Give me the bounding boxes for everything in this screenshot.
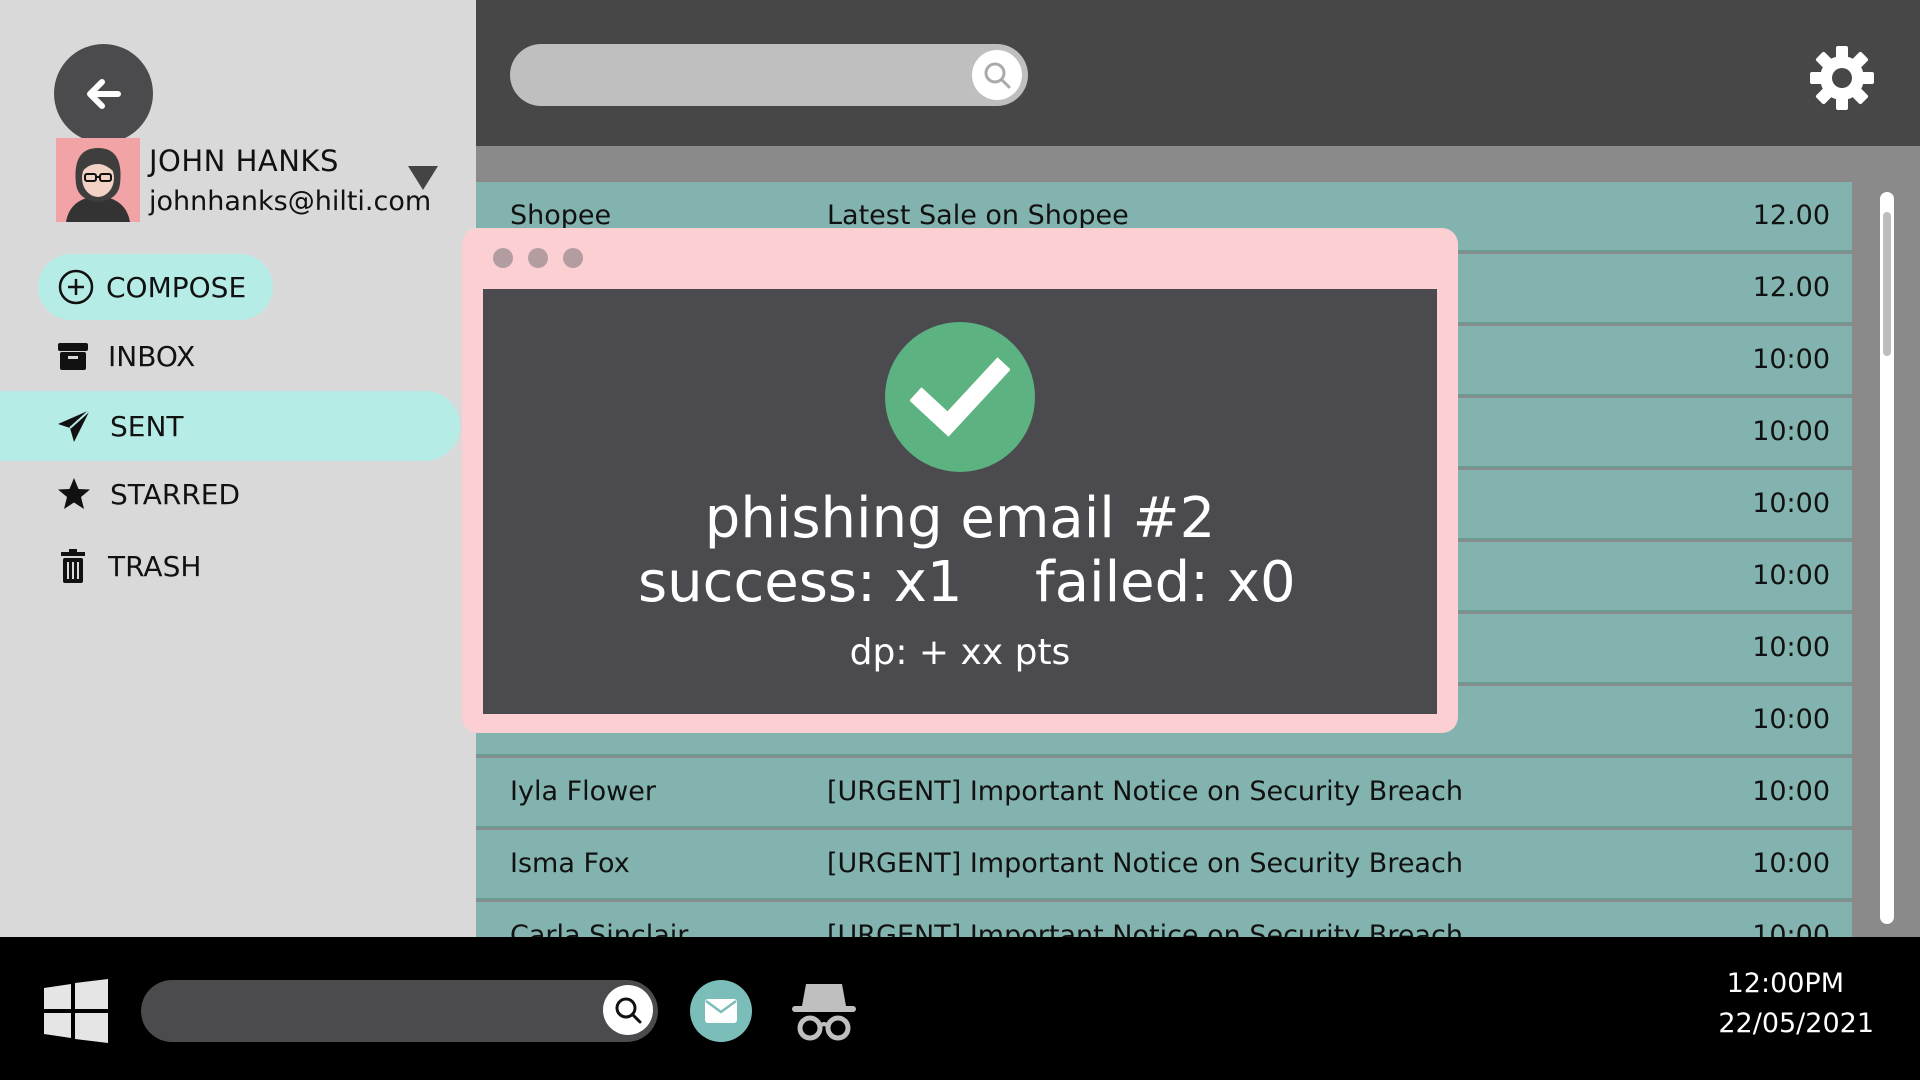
email-time: 10:00 bbox=[1752, 704, 1830, 735]
clock-time: 12:00PM bbox=[1726, 968, 1844, 999]
email-time: 10:00 bbox=[1752, 632, 1830, 663]
star-icon bbox=[58, 478, 90, 509]
scrollbar-thumb[interactable] bbox=[1883, 212, 1891, 356]
sidebar-item-starred[interactable]: STARRED bbox=[0, 459, 460, 529]
failed-count: failed: x0 bbox=[1035, 550, 1296, 615]
email-row[interactable]: Iyla Flower [URGENT] Important Notice on … bbox=[476, 758, 1852, 828]
user-name: JOHN HANKS bbox=[149, 144, 339, 178]
mail-app-button[interactable] bbox=[690, 980, 752, 1042]
points-earned: dp: + xx pts bbox=[849, 632, 1071, 673]
email-sender: Carla Sinclair bbox=[510, 920, 689, 937]
sidebar-item-inbox[interactable]: INBOX bbox=[0, 321, 460, 391]
email-row[interactable]: Isma Fox [URGENT] Important Notice on Sec… bbox=[476, 830, 1852, 900]
taskbar-search-input[interactable] bbox=[141, 980, 658, 1042]
result-title: phishing email #2 bbox=[704, 486, 1216, 551]
window-dot bbox=[493, 248, 513, 268]
back-button[interactable] bbox=[54, 44, 153, 143]
email-time: 10:00 bbox=[1752, 560, 1830, 591]
email-sender: Isma Fox bbox=[510, 848, 630, 879]
send-icon bbox=[58, 409, 91, 442]
compose-label: COMPOSE bbox=[106, 270, 247, 304]
email-time: 10:00 bbox=[1752, 848, 1830, 879]
email-time: 12.00 bbox=[1752, 272, 1830, 303]
compose-button[interactable]: COMPOSE bbox=[38, 254, 273, 320]
envelope-icon bbox=[705, 999, 737, 1023]
sidebar-item-label: TRASH bbox=[108, 549, 202, 583]
sidebar-item-label: STARRED bbox=[110, 477, 241, 511]
email-subject: [URGENT] Important Notice on Security Br… bbox=[827, 848, 1463, 879]
email-time: 10:00 bbox=[1752, 416, 1830, 447]
arrow-left-icon bbox=[86, 78, 121, 109]
search-icon bbox=[615, 997, 642, 1024]
inbox-icon bbox=[58, 343, 88, 370]
email-subject: [URGENT] Important Notice on Security Br… bbox=[827, 776, 1463, 807]
plus-circle-icon bbox=[58, 269, 94, 305]
email-time: 10:00 bbox=[1752, 488, 1830, 519]
email-time: 10:00 bbox=[1752, 776, 1830, 807]
sidebar-item-label: INBOX bbox=[108, 339, 196, 373]
email-time: 10:00 bbox=[1752, 344, 1830, 375]
gear-icon[interactable] bbox=[1808, 44, 1876, 112]
user-email: johnhanks@hilti.com bbox=[149, 186, 432, 217]
taskbar-search-button[interactable] bbox=[603, 985, 653, 1035]
email-sender: Shopee bbox=[510, 200, 612, 231]
trash-icon bbox=[61, 549, 85, 583]
spy-app-icon[interactable] bbox=[790, 978, 858, 1042]
search-button[interactable] bbox=[972, 50, 1022, 100]
sidebar-item-label: SENT bbox=[110, 409, 184, 443]
email-row[interactable]: Carla Sinclair [URGENT] Important Notice … bbox=[476, 902, 1852, 937]
success-count: success: x1 bbox=[638, 550, 963, 615]
sidebar-item-trash[interactable]: TRASH bbox=[0, 531, 460, 601]
email-subject: Latest Sale on Shopee bbox=[827, 200, 1129, 231]
email-sender: Iyla Flower bbox=[510, 776, 656, 807]
account-dropdown-icon[interactable] bbox=[408, 166, 438, 190]
clock-date: 22/05/2021 bbox=[1718, 1008, 1874, 1039]
email-time: 12.00 bbox=[1752, 200, 1830, 231]
window-dot bbox=[563, 248, 583, 268]
avatar[interactable] bbox=[56, 138, 140, 222]
search-icon bbox=[984, 62, 1011, 89]
windows-logo-icon[interactable] bbox=[44, 979, 108, 1043]
user-avatar-icon bbox=[66, 148, 130, 222]
email-subject: [URGENT] Important Notice on Security Br… bbox=[827, 920, 1463, 937]
email-time: 10:00 bbox=[1752, 920, 1830, 937]
window-dot bbox=[528, 248, 548, 268]
search-input[interactable] bbox=[510, 44, 1028, 106]
checkmark-icon bbox=[885, 322, 1035, 472]
sidebar-item-sent[interactable]: SENT bbox=[0, 391, 460, 461]
